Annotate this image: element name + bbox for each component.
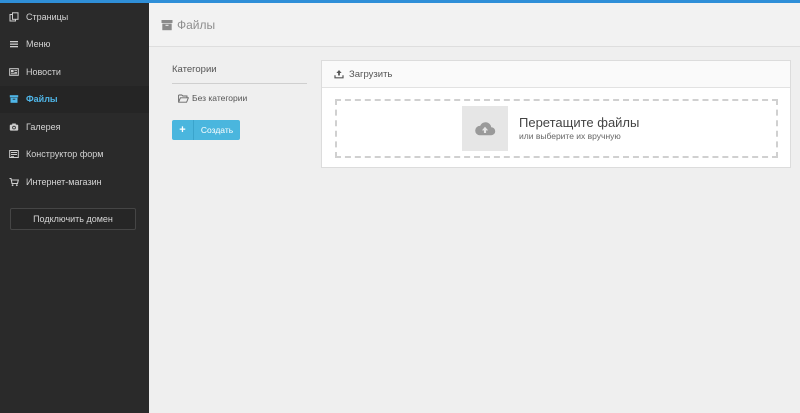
sidebar: Страницы Меню Новости Файлы Галерея Конс… <box>0 3 149 413</box>
menu-icon <box>9 39 19 49</box>
connect-domain-button[interactable]: Подключить домен <box>10 208 136 230</box>
archive-icon <box>161 19 173 31</box>
form-builder-icon <box>9 149 19 159</box>
sidebar-item-files[interactable]: Файлы <box>0 85 149 113</box>
upload-header: Загрузить <box>322 61 790 88</box>
pages-icon <box>9 12 19 22</box>
sidebar-item-gallery[interactable]: Галерея <box>0 113 149 141</box>
news-icon <box>9 67 19 77</box>
sidebar-item-label: Меню <box>26 39 51 50</box>
upload-header-label: Загрузить <box>349 68 393 80</box>
category-item[interactable]: Без категории <box>178 93 307 103</box>
upload-icon <box>334 69 344 79</box>
sidebar-item-label: Новости <box>26 66 61 77</box>
sidebar-item-form-builder[interactable]: Конструктор форм <box>0 141 149 169</box>
file-dropzone[interactable]: Перетащите файлы или выберите их вручную <box>335 99 778 158</box>
sidebar-item-news[interactable]: Новости <box>0 58 149 86</box>
sidebar-item-label: Страницы <box>26 11 69 22</box>
plus-icon: + <box>172 120 194 140</box>
sidebar-item-shop[interactable]: Интернет-магазин <box>0 168 149 196</box>
sidebar-item-pages[interactable]: Страницы <box>0 3 149 31</box>
sidebar-item-menu[interactable]: Меню <box>0 31 149 59</box>
main-content: Файлы Категории Без категории + Создать … <box>149 3 800 413</box>
categories-title: Категории <box>172 64 307 84</box>
camera-icon <box>9 122 19 132</box>
categories-panel: Категории Без категории <box>172 64 307 103</box>
sidebar-item-label: Галерея <box>26 121 61 132</box>
category-label: Без категории <box>192 93 248 103</box>
sidebar-item-label: Конструктор форм <box>26 149 104 160</box>
cloud-upload-icon <box>462 106 508 151</box>
dropzone-title: Перетащите файлы <box>519 115 640 130</box>
sidebar-item-label: Интернет-магазин <box>26 176 102 187</box>
create-button-label: Создать <box>200 125 234 135</box>
folder-open-icon <box>178 94 189 103</box>
files-icon <box>9 94 19 104</box>
page-title: Файлы <box>177 17 216 32</box>
cart-icon <box>9 177 19 187</box>
sidebar-item-label: Файлы <box>26 94 58 105</box>
page-header: Файлы <box>149 3 800 47</box>
upload-panel: Загрузить Перетащите файлы или выберите … <box>321 60 791 168</box>
dropzone-subtitle: или выберите их вручную <box>519 131 621 141</box>
create-category-button[interactable]: + Создать <box>172 120 240 140</box>
